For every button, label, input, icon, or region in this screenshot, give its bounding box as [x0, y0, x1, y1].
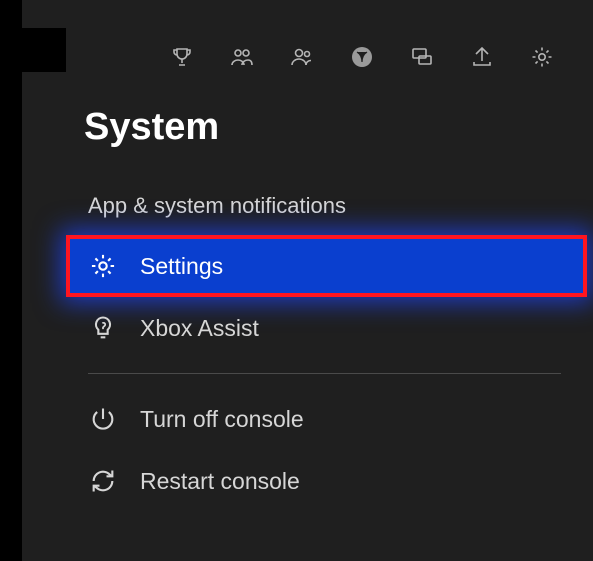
menu-item-label: Turn off console	[140, 406, 304, 433]
home-tab[interactable]	[349, 44, 375, 70]
menu-item-label: Restart console	[140, 468, 300, 495]
menu-item-label: Xbox Assist	[140, 315, 259, 342]
page-title: System	[22, 76, 593, 149]
menu-item-label: App & system notifications	[88, 193, 346, 219]
menu-item-turnoff[interactable]: Turn off console	[22, 388, 593, 450]
achievements-tab[interactable]	[169, 44, 195, 70]
system-menu: App & system notifications Settings Xbox…	[22, 149, 593, 512]
profile-badge[interactable]	[16, 28, 66, 72]
menu-item-label: Settings	[140, 253, 223, 280]
system-tab[interactable]	[529, 44, 555, 70]
power-icon	[88, 404, 118, 434]
menu-item-assist[interactable]: Xbox Assist	[22, 297, 593, 359]
restart-icon	[88, 466, 118, 496]
menu-item-notifications[interactable]: App & system notifications	[22, 177, 593, 235]
broadcast-tab[interactable]	[469, 44, 495, 70]
guide-tabs	[22, 0, 593, 76]
divider	[88, 373, 561, 374]
lightbulb-icon	[88, 313, 118, 343]
gear-icon	[88, 251, 118, 281]
people-tab[interactable]	[289, 44, 315, 70]
multiplayer-tab[interactable]	[229, 44, 255, 70]
menu-item-settings[interactable]: Settings	[66, 235, 587, 297]
menu-item-restart[interactable]: Restart console	[22, 450, 593, 512]
messages-tab[interactable]	[409, 44, 435, 70]
